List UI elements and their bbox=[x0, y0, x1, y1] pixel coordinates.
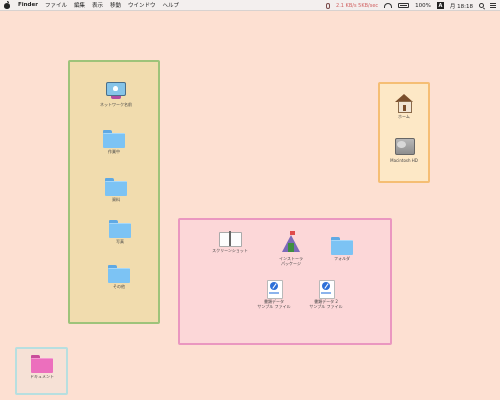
desktop-item-folder-pink-group[interactable]: フォルダ bbox=[320, 237, 364, 262]
desktop-item-label: その他 bbox=[113, 284, 125, 289]
desktop-item-document-1[interactable]: 書類データ サンプル ファイル bbox=[254, 280, 294, 309]
desktop-item-label: Macintosh HD bbox=[390, 158, 418, 163]
desktop-item-label: ドキュメント bbox=[30, 374, 54, 379]
spotlight-search-icon[interactable] bbox=[479, 3, 484, 8]
menu-app-name[interactable]: Finder bbox=[18, 2, 38, 8]
desktop-item-folder-working[interactable]: 作業中 bbox=[92, 130, 136, 155]
menu-file[interactable]: ファイル bbox=[45, 1, 67, 9]
menu-window[interactable]: ウインドウ bbox=[128, 1, 156, 9]
desktop-item-installer[interactable]: インストーラ パッケージ bbox=[268, 231, 314, 266]
document-icon bbox=[267, 280, 283, 299]
clock[interactable]: 月 18:18 bbox=[450, 2, 473, 10]
battery-percent[interactable]: 100% bbox=[415, 3, 431, 9]
menu-view[interactable]: 表示 bbox=[92, 1, 103, 9]
folder-icon bbox=[31, 355, 53, 373]
folder-icon bbox=[105, 178, 127, 196]
folder-icon bbox=[109, 220, 131, 238]
folder-icon bbox=[331, 237, 353, 255]
home-icon bbox=[394, 94, 414, 113]
monitor-icon bbox=[106, 82, 126, 100]
desktop-item-folder-other[interactable]: その他 bbox=[97, 265, 141, 290]
desktop-item-folder-materials[interactable]: 資料 bbox=[94, 178, 138, 203]
folder-icon bbox=[103, 130, 125, 148]
microphone-icon[interactable] bbox=[326, 2, 331, 9]
desktop-item-label-line2: パッケージ bbox=[281, 260, 301, 266]
document-icon bbox=[319, 280, 335, 299]
menu-bar: Finder ファイル 編集 表示 移動 ウインドウ ヘルプ 2.1 KB/s … bbox=[0, 0, 500, 11]
desktop-item-label: 作業中 bbox=[108, 149, 120, 154]
desktop-item-network[interactable]: ネットワーク名前 bbox=[96, 82, 136, 108]
desktop-item-label-line2: サンプル ファイル bbox=[257, 303, 291, 309]
menu-edit[interactable]: 編集 bbox=[74, 1, 85, 9]
book-icon bbox=[219, 230, 242, 247]
apple-menu-icon[interactable] bbox=[4, 1, 10, 9]
network-speed[interactable]: 2.1 KB/s 5KB/sec bbox=[336, 3, 378, 9]
desktop-item-label: 写真 bbox=[116, 239, 124, 244]
desktop-item-document-2[interactable]: 書類データ 2 サンプル ファイル bbox=[304, 280, 348, 309]
desktop-item-hard-drive[interactable]: Macintosh HD bbox=[382, 138, 426, 164]
desktop-item-home[interactable]: ホーム bbox=[382, 94, 426, 120]
menu-help[interactable]: ヘルプ bbox=[163, 1, 180, 9]
installer-icon bbox=[281, 231, 301, 254]
desktop-item-label: スクリーンショット bbox=[212, 248, 248, 253]
desktop-item-label: ホーム bbox=[398, 114, 410, 119]
notification-center-icon[interactable] bbox=[490, 3, 496, 8]
hard-drive-icon bbox=[394, 138, 415, 156]
desktop-item-label-line2: サンプル ファイル bbox=[309, 303, 343, 309]
desktop-item-screenshot[interactable]: スクリーンショット bbox=[206, 230, 254, 254]
wifi-icon[interactable] bbox=[384, 3, 393, 8]
desktop-item-label: フォルダ bbox=[334, 256, 350, 261]
desktop-item-label: ネットワーク名前 bbox=[100, 102, 132, 107]
input-method-icon[interactable]: A bbox=[436, 2, 444, 9]
desktop-item-folder-documents[interactable]: ドキュメント bbox=[20, 355, 64, 380]
desktop-item-label: 資料 bbox=[112, 197, 120, 202]
desktop-item-folder-photos[interactable]: 写真 bbox=[98, 220, 142, 245]
battery-icon[interactable] bbox=[398, 3, 410, 8]
folder-icon bbox=[108, 265, 130, 283]
menu-go[interactable]: 移動 bbox=[110, 1, 121, 9]
